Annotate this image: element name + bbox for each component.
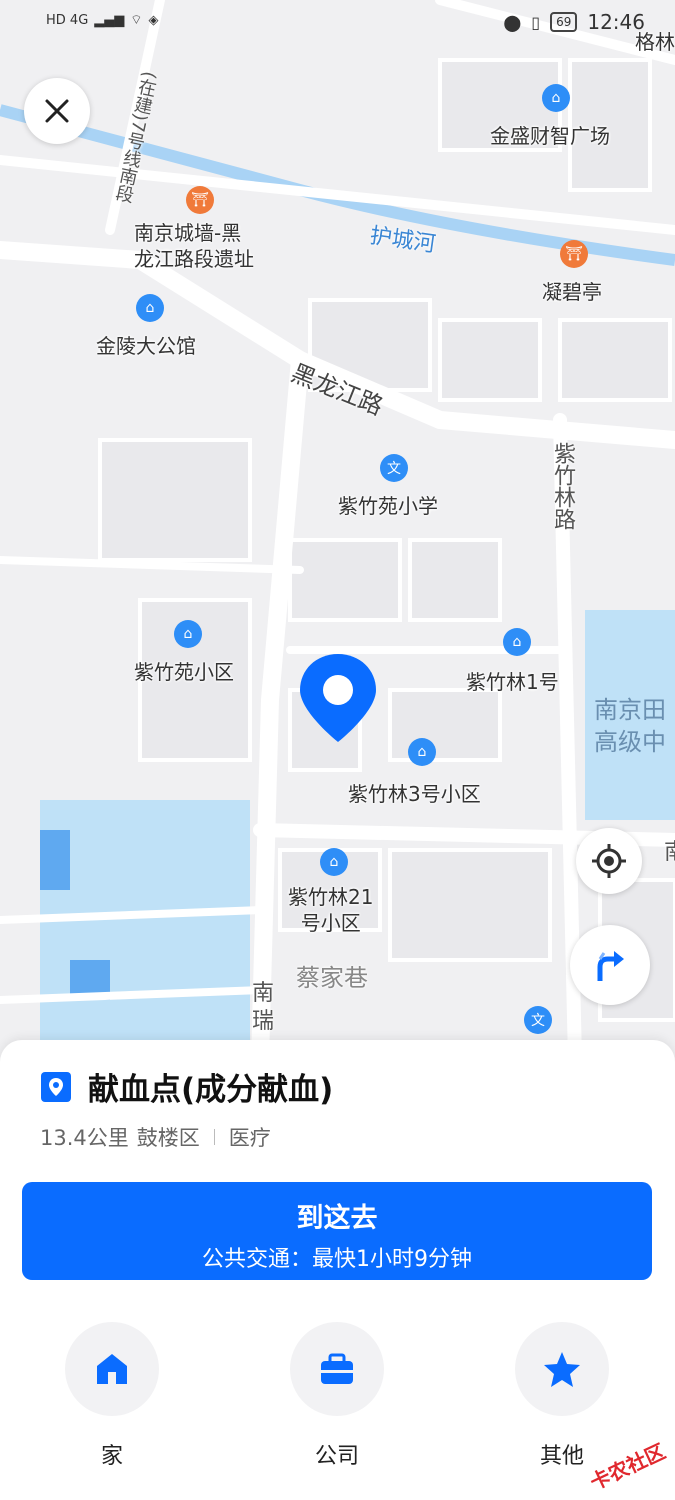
shortcut-circle[interactable] — [515, 1322, 609, 1416]
location-icon: ⬤ — [503, 12, 522, 32]
network-indicator: HD 4G — [46, 12, 89, 28]
route-button[interactable] — [570, 925, 650, 1005]
map-label-zzl1[interactable]: 紫竹林1号 — [466, 666, 559, 695]
shortcut-label: 家 — [100, 1444, 123, 1469]
go-here-label: 到这去 — [296, 1203, 378, 1234]
map-label-njt[interactable]: 南京田 高级中 — [594, 694, 666, 758]
place-marker-icon — [41, 1071, 71, 1102]
map-label-plaza[interactable]: 金盛财智广场 — [490, 120, 610, 149]
map-label-right-nan: 南 — [664, 834, 675, 866]
close-button[interactable] — [24, 78, 90, 144]
map-label-mansion[interactable]: 金陵大公馆 — [96, 330, 196, 359]
landmark-icon[interactable]: ⛩ — [560, 240, 588, 268]
residential-icon[interactable]: ⌂ — [174, 620, 202, 648]
place-title-row: 献血点(成分献血) — [40, 1064, 333, 1109]
route-arrow-icon — [597, 951, 624, 981]
residential-icon[interactable]: ⌂ — [320, 848, 348, 876]
building-icon[interactable]: ⌂ — [542, 84, 570, 112]
meta-divider — [213, 1129, 215, 1145]
transit-summary: 公共交通：最快1小时9分钟 — [202, 1247, 472, 1272]
home-icon — [97, 1354, 127, 1384]
place-name: 献血点(成分献血) — [88, 1072, 334, 1108]
map-label-wall[interactable]: 南京城墙-黑 龙江路段遗址 — [134, 220, 254, 272]
school-icon[interactable]: 文 — [380, 454, 408, 482]
signal-icon: ▂▄▆ — [94, 12, 125, 28]
place-detail-sheet: 献血点(成分献血) 13.4公里 鼓楼区 医疗 到这去 公共交通：最快1小时9分… — [0, 1040, 675, 1500]
shortcut-home[interactable]: 家 — [52, 1322, 172, 1470]
shield-icon: ◈ — [148, 12, 159, 28]
place-category: 医疗 — [228, 1126, 271, 1150]
map-label-zzy[interactable]: 紫竹苑小区 — [134, 656, 234, 685]
residential-icon[interactable]: ⌂ — [408, 738, 436, 766]
map-label-road-zzl: 紫竹林路 — [550, 442, 575, 530]
map-label-nanrui: 南 瑞 — [252, 981, 275, 1034]
crosshair-icon — [592, 844, 626, 878]
map-label-pavilion[interactable]: 凝碧亭 — [542, 276, 602, 305]
map-label-caijia: 蔡家巷 — [296, 964, 368, 992]
locate-me-button[interactable] — [576, 828, 642, 894]
battery-indicator: 69 — [550, 12, 578, 32]
place-distance: 13.4公里 — [40, 1126, 129, 1150]
map-label-zzl21[interactable]: 紫竹林21 号小区 — [288, 884, 373, 936]
status-bar: HD 4G ▂▄▆ ⌔ ◈ ⬤ ▯ 69 12:46 — [0, 0, 675, 46]
close-icon — [45, 99, 69, 123]
go-here-button[interactable]: 到这去 公共交通：最快1小时9分钟 — [22, 1182, 652, 1280]
place-meta: 13.4公里 鼓楼区 医疗 — [40, 1122, 271, 1152]
shortcut-circle[interactable] — [65, 1322, 159, 1416]
location-pin-icon[interactable] — [298, 652, 378, 744]
shortcut-circle[interactable] — [290, 1322, 384, 1416]
residential-icon[interactable]: ⌂ — [503, 628, 531, 656]
briefcase-icon — [321, 1353, 353, 1384]
school-icon[interactable]: 文 — [524, 1006, 552, 1034]
map-label-school[interactable]: 紫竹苑小学 — [338, 490, 438, 519]
star-icon — [544, 1352, 580, 1387]
status-right: ⬤ ▯ 69 12:46 — [503, 10, 645, 34]
shortcut-label: 公司 — [314, 1444, 359, 1469]
status-left: HD 4G ▂▄▆ ⌔ ◈ — [46, 12, 159, 29]
shortcut-company[interactable]: 公司 — [277, 1322, 397, 1470]
vibrate-icon: ▯ — [531, 12, 541, 32]
building-icon[interactable]: ⌂ — [136, 294, 164, 322]
wifi-icon: ⌔ — [130, 13, 143, 28]
place-district: 鼓楼区 — [136, 1126, 200, 1150]
map-label-zzl3[interactable]: 紫竹林3号小区 — [348, 778, 481, 807]
landmark-icon[interactable]: ⛩ — [186, 186, 214, 214]
shortcut-other[interactable]: 其他 — [502, 1322, 622, 1470]
status-time: 12:46 — [587, 10, 645, 34]
